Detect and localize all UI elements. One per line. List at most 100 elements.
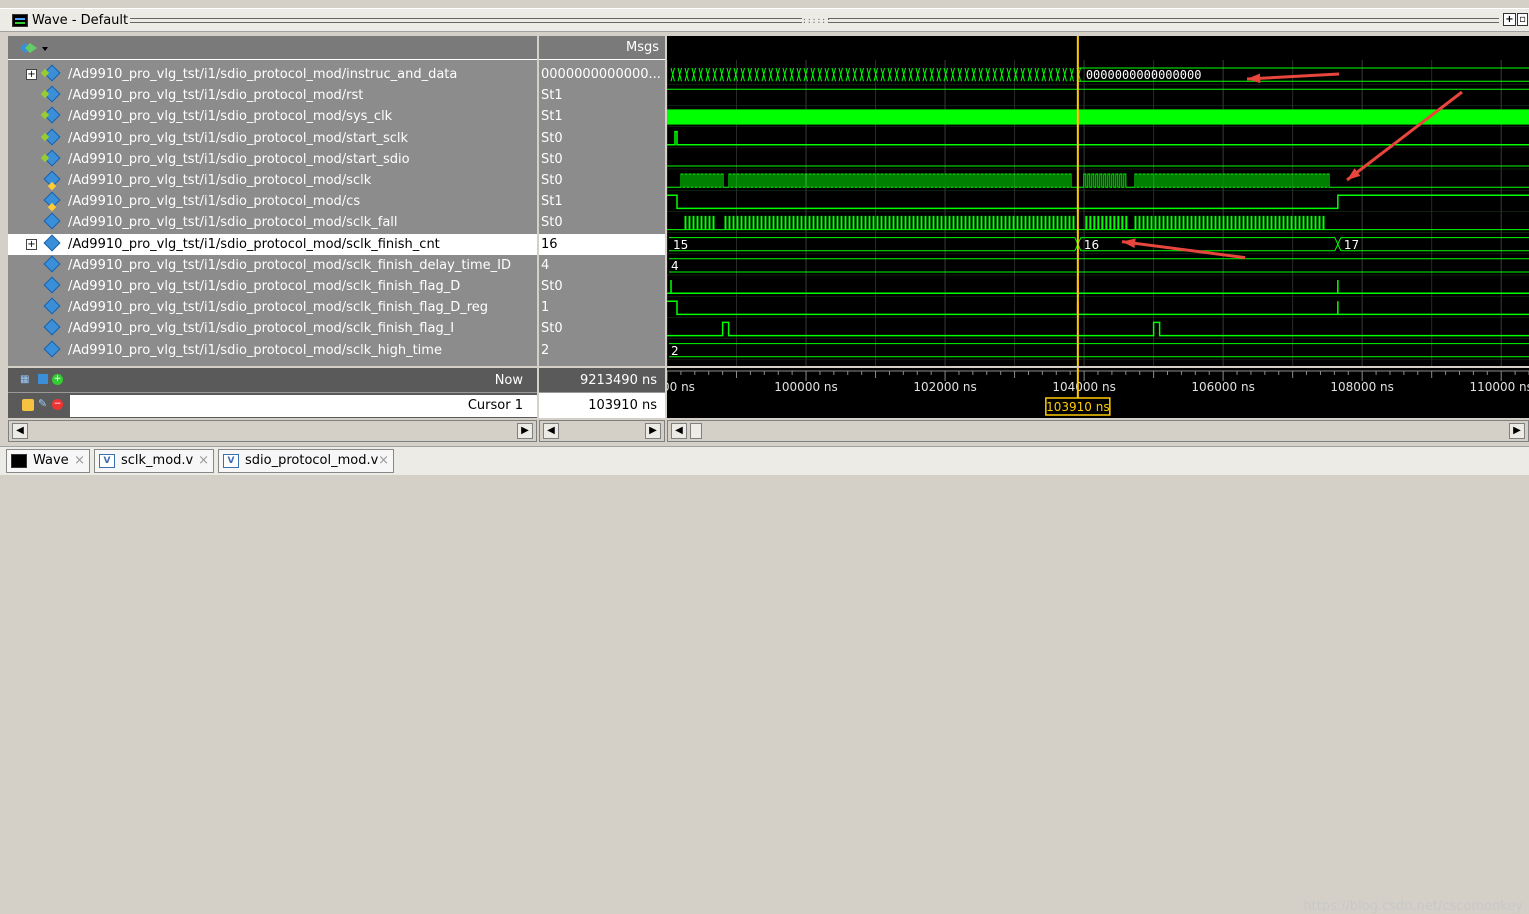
signal-value: St0 bbox=[541, 215, 563, 231]
add-icon[interactable]: + bbox=[52, 374, 63, 385]
names-hscrollbar[interactable]: ◀ ▶ bbox=[8, 420, 537, 442]
insert-cursor-icon[interactable] bbox=[38, 374, 48, 384]
wave-icon bbox=[11, 454, 27, 468]
signal-value: St0 bbox=[541, 321, 563, 337]
signal-icon bbox=[43, 170, 61, 188]
signal-name: /Ad9910_pro_vlg_tst/i1/sdio_protocol_mod… bbox=[68, 300, 489, 316]
msgs-header: Msgs bbox=[539, 36, 665, 60]
names-header bbox=[8, 36, 537, 60]
signal-value: 1 bbox=[541, 300, 550, 316]
wave-flag-i bbox=[667, 321, 1529, 337]
signal-name: /Ad9910_pro_vlg_tst/i1/sdio_protocol_mod… bbox=[68, 236, 440, 252]
signal-row[interactable]: /Ad9910_pro_vlg_tst/i1/sdio_protocol_mod… bbox=[8, 297, 537, 318]
signal-name: /Ad9910_pro_vlg_tst/i1/sdio_protocol_mod… bbox=[68, 88, 364, 104]
signal-icon bbox=[43, 128, 61, 146]
close-icon[interactable]: × bbox=[378, 450, 389, 472]
msgs-hscrollbar[interactable]: ◀ ▶ bbox=[539, 420, 665, 442]
signal-icon bbox=[43, 212, 61, 230]
timeline-ruler[interactable]: 98000 ns 100000 ns 102000 ns 104000 ns 10600… bbox=[639, 368, 1529, 418]
signal-row[interactable]: + /Ad9910_pro_vlg_tst/i1/sdio_protocol_mo… bbox=[8, 233, 537, 255]
signal-value: St0 bbox=[541, 279, 563, 294]
signal-value: St0 bbox=[541, 173, 563, 188]
scroll-right-icon[interactable]: ▶ bbox=[517, 423, 533, 439]
bus-value-label: 15 bbox=[673, 238, 688, 252]
undock-icon[interactable]: ▫ bbox=[1517, 13, 1528, 26]
cursor-name-field[interactable]: Cursor 1 bbox=[70, 395, 537, 417]
signal-icon bbox=[43, 276, 61, 294]
remove-icon[interactable]: − bbox=[52, 399, 63, 410]
signal-icon bbox=[43, 340, 61, 358]
toolbar-icon[interactable] bbox=[20, 41, 48, 55]
cursor-flag-label: 103910 ns bbox=[1046, 400, 1109, 414]
lock-icon[interactable] bbox=[22, 399, 34, 411]
close-icon[interactable]: × bbox=[198, 450, 209, 472]
ruler-label: 98000 ns bbox=[667, 380, 695, 394]
signal-row[interactable]: + /Ad9910_pro_vlg_tst/i1/sdio_protocol_mo… bbox=[8, 64, 537, 85]
signal-row[interactable]: /Ad9910_pro_vlg_tst/i1/sdio_protocol_mod… bbox=[8, 340, 537, 361]
expand-icon[interactable]: + bbox=[26, 238, 37, 250]
tab-label: Wave bbox=[33, 453, 69, 468]
signal-row[interactable]: /Ad9910_pro_vlg_tst/i1/sdio_protocol_mod… bbox=[8, 128, 537, 149]
wave-flag-d-reg bbox=[667, 300, 1529, 316]
signal-row[interactable]: /Ad9910_pro_vlg_tst/i1/sdio_protocol_mod… bbox=[8, 255, 537, 276]
tab-label: sdio_protocol_mod.v bbox=[245, 453, 379, 468]
signal-row[interactable]: /Ad9910_pro_vlg_tst/i1/sdio_protocol_mod… bbox=[8, 191, 537, 212]
now-value: 9213490 ns bbox=[579, 373, 657, 388]
scroll-thumb[interactable] bbox=[690, 423, 702, 439]
signal-icon bbox=[43, 234, 61, 252]
bus-value-label: 4 bbox=[671, 259, 679, 273]
wave-window: Wave - Default :::::: + ▫ +/Ad9910_pro_v… bbox=[0, 0, 1529, 914]
signal-value: 0000000000000... bbox=[541, 67, 661, 82]
close-icon[interactable]: × bbox=[74, 450, 85, 472]
wave-delay-id bbox=[669, 258, 1529, 273]
drag-grip[interactable]: :::::: bbox=[802, 16, 831, 26]
signal-names-pane: + /Ad9910_pro_vlg_tst/i1/sdio_protocol_mo… bbox=[8, 36, 537, 366]
signal-name: /Ad9910_pro_vlg_tst/i1/sdio_protocol_mod… bbox=[68, 151, 410, 167]
add-cursor-icon[interactable]: ▦ bbox=[20, 374, 36, 386]
tab-sdio-protocol-mod[interactable]: V sdio_protocol_mod.v × bbox=[218, 449, 394, 473]
signal-value: St0 bbox=[541, 130, 563, 146]
ruler-label: 100000 ns bbox=[774, 380, 837, 394]
ruler-label: 108000 ns bbox=[1330, 380, 1393, 394]
tab-wave[interactable]: Wave × bbox=[6, 449, 90, 473]
signal-name: /Ad9910_pro_vlg_tst/i1/sdio_protocol_mod… bbox=[68, 67, 458, 82]
expand-icon[interactable]: + bbox=[26, 69, 37, 80]
signal-row[interactable]: /Ad9910_pro_vlg_tst/i1/sdio_protocol_mod… bbox=[8, 149, 537, 170]
signal-row[interactable]: /Ad9910_pro_vlg_tst/i1/sdio_protocol_mod… bbox=[8, 276, 537, 297]
wave-hscrollbar[interactable]: ◀ ▶ bbox=[667, 420, 1529, 442]
scroll-left-icon[interactable]: ◀ bbox=[671, 423, 687, 439]
signal-icon bbox=[43, 106, 61, 124]
wave-sclk-fall bbox=[667, 215, 1529, 231]
maximize-icon[interactable]: + bbox=[1503, 13, 1516, 26]
pencil-icon[interactable]: ✎ bbox=[38, 398, 48, 409]
wave-titlebar: Wave - Default :::::: + ▫ bbox=[0, 8, 1529, 32]
signal-row[interactable]: /Ad9910_pro_vlg_tst/i1/sdio_protocol_mod… bbox=[8, 85, 537, 106]
signal-row[interactable]: /Ad9910_pro_vlg_tst/i1/sdio_protocol_mod… bbox=[8, 318, 537, 339]
wave-flag-d bbox=[667, 280, 1529, 294]
waveform-canvas[interactable]: 0000000000000000 15 16 17 4 2 bbox=[666, 36, 1529, 366]
tab-label: sclk_mod.v bbox=[121, 453, 194, 468]
tab-sclk-mod[interactable]: V sclk_mod.v × bbox=[94, 449, 214, 473]
ruler-label: 102000 ns bbox=[913, 380, 976, 394]
scroll-left-icon[interactable]: ◀ bbox=[543, 423, 559, 439]
signal-name: /Ad9910_pro_vlg_tst/i1/sdio_protocol_mod… bbox=[68, 130, 409, 146]
status-names: ▦ + Now ✎ − Cursor 1 bbox=[8, 368, 537, 418]
verilog-file-icon: V bbox=[99, 454, 115, 468]
signal-row[interactable]: /Ad9910_pro_vlg_tst/i1/sdio_protocol_mod… bbox=[8, 170, 537, 191]
signal-icon bbox=[43, 191, 61, 209]
scroll-right-icon[interactable]: ▶ bbox=[1509, 423, 1525, 439]
signal-name: /Ad9910_pro_vlg_tst/i1/sdio_protocol_mod… bbox=[68, 321, 455, 337]
bus-value-label: 17 bbox=[1344, 238, 1359, 252]
ruler-label: 104000 ns bbox=[1052, 380, 1115, 394]
wave-pane[interactable]: 0000000000000000 15 16 17 4 2 bbox=[666, 36, 1529, 366]
signal-value: St1 bbox=[541, 88, 563, 104]
signal-row[interactable]: /Ad9910_pro_vlg_tst/i1/sdio_protocol_mod… bbox=[8, 212, 537, 233]
signal-row[interactable]: /Ad9910_pro_vlg_tst/i1/sdio_protocol_mod… bbox=[8, 106, 537, 127]
signal-icon bbox=[43, 85, 61, 103]
scroll-right-icon[interactable]: ▶ bbox=[645, 423, 661, 439]
timeline-pane[interactable]: 98000 ns 100000 ns 102000 ns 104000 ns 10600… bbox=[639, 368, 1529, 418]
scroll-left-icon[interactable]: ◀ bbox=[12, 423, 28, 439]
signal-name: /Ad9910_pro_vlg_tst/i1/sdio_protocol_mod… bbox=[68, 215, 398, 231]
verilog-file-icon: V bbox=[223, 454, 239, 468]
signal-name: /Ad9910_pro_vlg_tst/i1/sdio_protocol_mod… bbox=[68, 342, 442, 358]
